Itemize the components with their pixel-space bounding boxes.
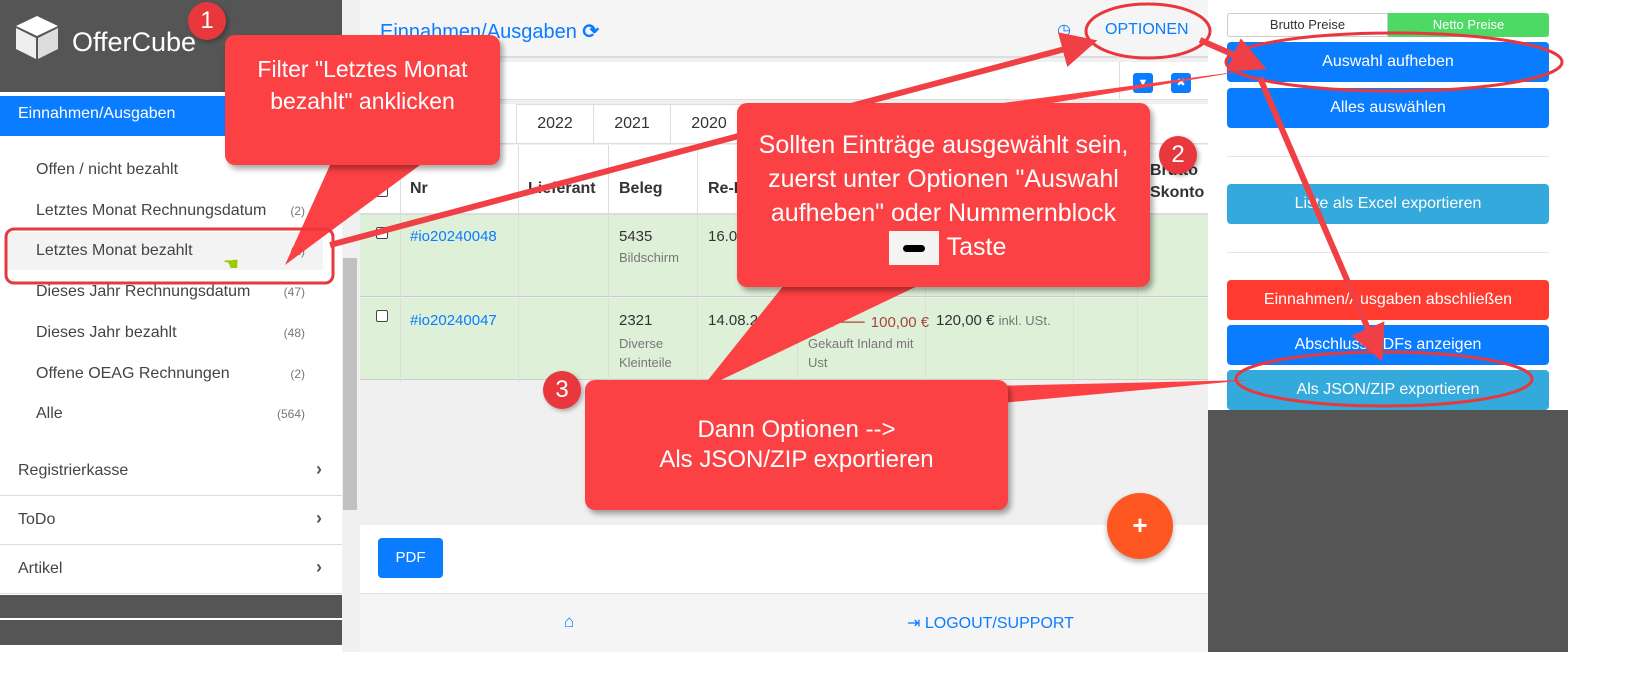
column-divider	[400, 145, 401, 383]
add-button[interactable]: +	[1107, 493, 1173, 559]
section-label: Registrierkasse	[18, 462, 129, 479]
filter-icon[interactable]: ▼	[1133, 73, 1153, 93]
netto-prices-toggle[interactable]: Netto Preise	[1388, 13, 1549, 37]
divider	[1227, 252, 1549, 253]
step-badge-3: 3	[543, 371, 581, 409]
sidebar-footer-bar	[0, 620, 342, 645]
row-amount-desc: Gekauft Inland mit Ust	[808, 336, 914, 370]
row-nr-link[interactable]: #io20240048	[410, 228, 497, 245]
table-row[interactable]	[360, 298, 1208, 380]
column-lieferant[interactable]: Lieferant	[528, 180, 596, 198]
sidebar-section[interactable]: Artikel ›	[0, 545, 342, 594]
subitem-count: (2)	[290, 366, 305, 381]
divider	[1119, 62, 1120, 100]
close-period-button[interactable]: Einnahmen/Ausgaben abschließen	[1227, 280, 1549, 320]
callout-step-2: Sollten Einträge ausgewählt sein, zuerst…	[737, 103, 1150, 287]
brand-name: OfferCube	[72, 27, 197, 57]
pdf-button[interactable]: PDF	[378, 538, 443, 578]
row-checkbox[interactable]	[376, 227, 388, 239]
section-label: Artikel	[18, 560, 63, 577]
sidebar-subitem[interactable]: Dieses Jahr Rechnungsdatum (47)	[5, 273, 323, 311]
row-date: 14.08.2024	[708, 312, 784, 329]
export-excel-button[interactable]: Liste als Excel exportieren	[1227, 184, 1549, 224]
deselect-button[interactable]: Auswahl aufheben	[1227, 42, 1549, 82]
row-beleg-desc: Diverse Kleinteile	[619, 336, 672, 370]
row-beleg: 2321	[619, 312, 653, 329]
clock-icon[interactable]: ◷	[1057, 20, 1071, 40]
column-divider	[697, 145, 698, 383]
select-all-checkbox[interactable]	[376, 185, 388, 197]
section-label: ToDo	[18, 511, 56, 528]
chevron-right-icon: ›	[316, 508, 322, 528]
options-button[interactable]: OPTIONEN	[1105, 21, 1189, 39]
divider	[1227, 156, 1549, 157]
subitem-count: (47)	[283, 285, 305, 300]
subitem-count: (48)	[283, 325, 305, 340]
home-icon[interactable]: ⌂	[564, 612, 574, 632]
subitem-count: (564)	[276, 407, 305, 422]
logout-support-link[interactable]: ⇥ LOGOUT/SUPPORT	[907, 613, 1074, 633]
sidebar-subitem[interactable]: Dieses Jahr bezahlt (48)	[5, 314, 323, 352]
sidebar-section[interactable]: Registrierkasse ›	[0, 447, 342, 496]
row-beleg: 5435	[619, 228, 653, 245]
subitem-label: Letztes Monat Rechnungsdatum	[36, 201, 267, 219]
sign-out-icon: ⇥	[907, 615, 921, 632]
minus-key-icon	[888, 231, 939, 266]
arrow-left-icon: 🡐	[826, 314, 867, 331]
subitem-label: Dieses Jahr Rechnungsdatum	[36, 283, 251, 301]
chevron-right-icon: ›	[316, 459, 322, 479]
sidebar-subitem[interactable]: Offene OEAG Rechnungen (2)	[5, 355, 323, 393]
credit-card-icon: ▭	[808, 314, 823, 331]
subitem-label: Alle	[36, 405, 63, 423]
row-checkbox[interactable]	[376, 310, 388, 322]
subitem-count: (2)	[290, 244, 305, 259]
footer	[360, 593, 1208, 652]
clear-filter-icon[interactable]: ✖	[1171, 73, 1191, 93]
brutto-prices-toggle[interactable]: Brutto Preise	[1227, 13, 1388, 37]
row-nr-link[interactable]: #io20240047	[410, 312, 497, 329]
sidebar-subitem[interactable]: Letztes Monat Rechnungsdatum (2)	[5, 192, 323, 230]
tab-year[interactable]: 2022	[516, 104, 594, 144]
column-divider	[608, 145, 609, 383]
subitem-label: Letztes Monat bezahlt	[36, 242, 193, 260]
cube-logo-icon	[16, 16, 58, 59]
subitem-count: (2)	[290, 203, 305, 218]
subitem-label: Offene OEAG Rechnungen	[36, 364, 230, 382]
sidebar-footer-bar	[0, 595, 342, 618]
row-beleg-desc: Bildschirm	[619, 250, 679, 265]
select-all-button[interactable]: Alles auswählen	[1227, 88, 1549, 128]
column-beleg[interactable]: Beleg	[619, 180, 663, 198]
step-badge-2: 2	[1159, 136, 1197, 174]
tab-year[interactable]: 2021	[593, 104, 671, 144]
sidebar-subitem[interactable]: Alle (564)	[5, 395, 323, 433]
subitem-label: Dieses Jahr bezahlt	[36, 323, 177, 341]
scrollbar-thumb[interactable]	[343, 258, 357, 510]
column-nr[interactable]: Nr	[410, 180, 428, 198]
row-brutto: 120,00 € inkl. USt.	[936, 312, 1051, 329]
callout-step-1: Filter "Letztes Monat bezahlt" anklicken	[225, 35, 500, 165]
subitem-label: Offen / nicht bezahlt	[36, 161, 179, 178]
refresh-icon[interactable]: ⟳	[582, 21, 599, 43]
column-divider	[518, 145, 519, 383]
show-pdfs-button[interactable]: Abschluss PDFs anzeigen	[1227, 325, 1549, 365]
export-json-zip-button[interactable]: Als JSON/ZIP exportieren	[1227, 370, 1549, 410]
callout-step-3: Dann Optionen --> Als JSON/ZIP exportiere…	[585, 380, 1008, 510]
chevron-right-icon: ›	[316, 557, 322, 577]
row-amount: ▭ 🡐 100,00 €	[808, 314, 930, 331]
pdf-area	[360, 525, 1208, 593]
sidebar-subitem[interactable]: Letztes Monat bezahlt (2) ☚	[5, 232, 323, 274]
step-badge-1: 1	[188, 2, 226, 40]
panel-backdrop	[1208, 410, 1568, 652]
sidebar-section[interactable]: ToDo ›	[0, 496, 342, 545]
